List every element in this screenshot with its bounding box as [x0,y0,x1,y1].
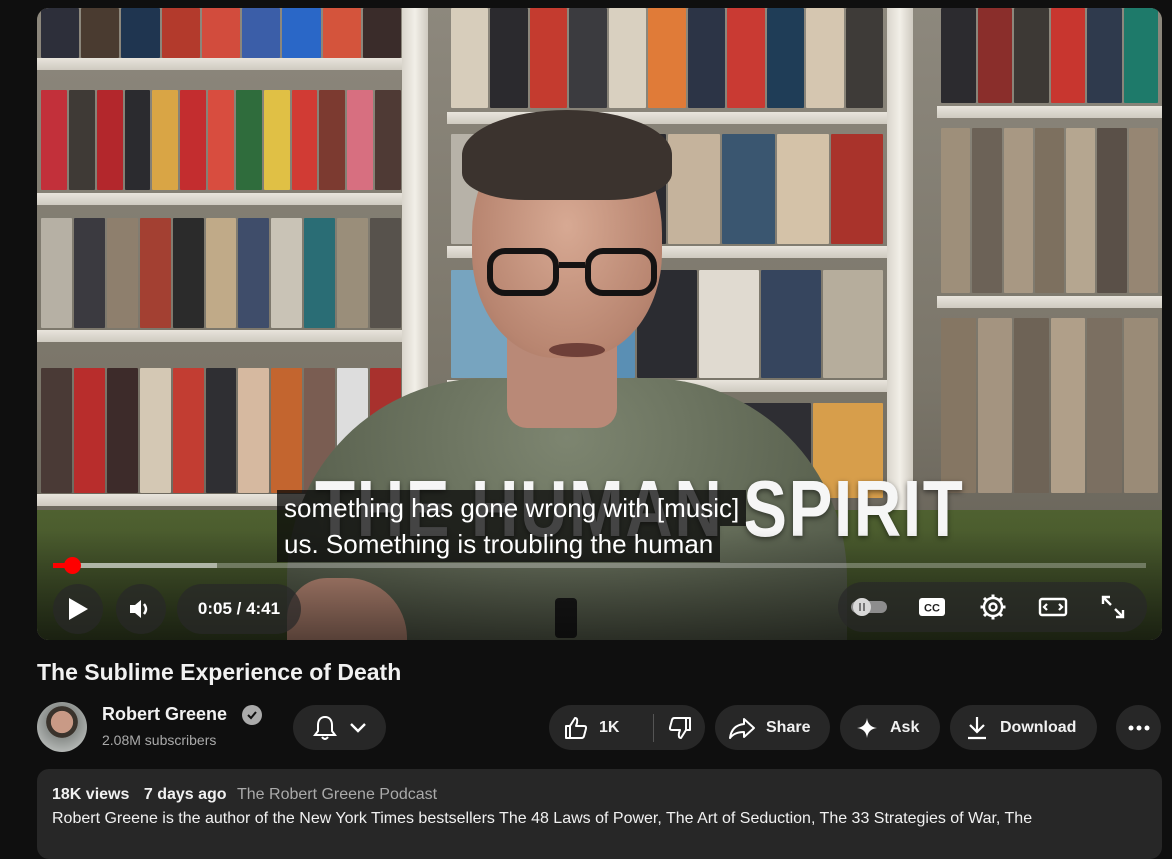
description-text: Robert Greene is the author of the New Y… [52,810,1033,827]
fullscreen-icon [1101,595,1125,619]
thumbs-up-icon [565,716,588,739]
time-display: 0:05 / 4:41 [177,584,301,634]
autoplay-toggle-icon [851,598,887,616]
play-button[interactable] [53,584,103,634]
volume-icon [130,600,148,618]
right-controls: CC [838,582,1147,632]
autoplay-toggle[interactable] [844,582,894,632]
play-icon [69,598,88,620]
scrubber-handle[interactable] [63,557,81,574]
settings-button[interactable] [968,582,1018,632]
progress-bar[interactable] [53,557,1146,574]
download-label: Download [1000,718,1077,736]
time-text: 0:05 / 4:41 [197,599,281,618]
more-horizontal-icon [1128,725,1149,730]
sparkle-icon [857,717,877,738]
captions-button[interactable]: CC [907,582,957,632]
gear-icon [980,594,1006,620]
channel-name[interactable]: Robert Greene [102,704,227,725]
video-player[interactable]: THE HUMAN SPIRIT something has gone wron… [37,8,1162,640]
download-icon [968,716,986,739]
theater-mode-icon [1038,597,1068,617]
chevron-down-icon [349,722,366,733]
more-actions-button[interactable] [1116,705,1161,750]
mute-button[interactable] [116,584,166,634]
caption-line: us. Something is troubling the human [277,526,721,562]
cc-label: CC [924,603,940,615]
fullscreen-button[interactable] [1088,582,1138,632]
verified-check-icon [242,705,262,725]
video-title: The Sublime Experience of Death [37,659,402,685]
share-label: Share [766,718,811,736]
ask-label: Ask [890,718,920,736]
like-count: 1K [599,718,620,736]
dislike-button[interactable] [654,705,705,750]
ask-button[interactable]: Ask [840,705,940,750]
theater-mode-button[interactable] [1028,582,1078,632]
channel-avatar[interactable] [37,702,87,752]
video-meta: 18K views 7 days ago The Robert Greene P… [52,786,437,804]
notification-bell-button[interactable] [293,705,386,750]
upload-age: 7 days ago [143,786,227,803]
like-dislike-group: 1K [549,705,705,750]
share-icon [729,717,755,739]
like-button[interactable]: 1K [549,705,653,750]
share-button[interactable]: Share [715,705,830,750]
caption-window: something has gone wrong with [music] us… [277,490,747,562]
playlist-link[interactable]: The Robert Greene Podcast [237,786,437,803]
bell-icon [312,715,337,740]
cc-icon: CC [919,598,945,616]
view-count: 18K views [52,786,130,803]
subscriber-count: 2.08M subscribers [102,732,217,748]
caption-line: something has gone wrong with [music] [277,490,747,526]
download-button[interactable]: Download [950,705,1097,750]
thumbs-down-icon [668,716,691,739]
